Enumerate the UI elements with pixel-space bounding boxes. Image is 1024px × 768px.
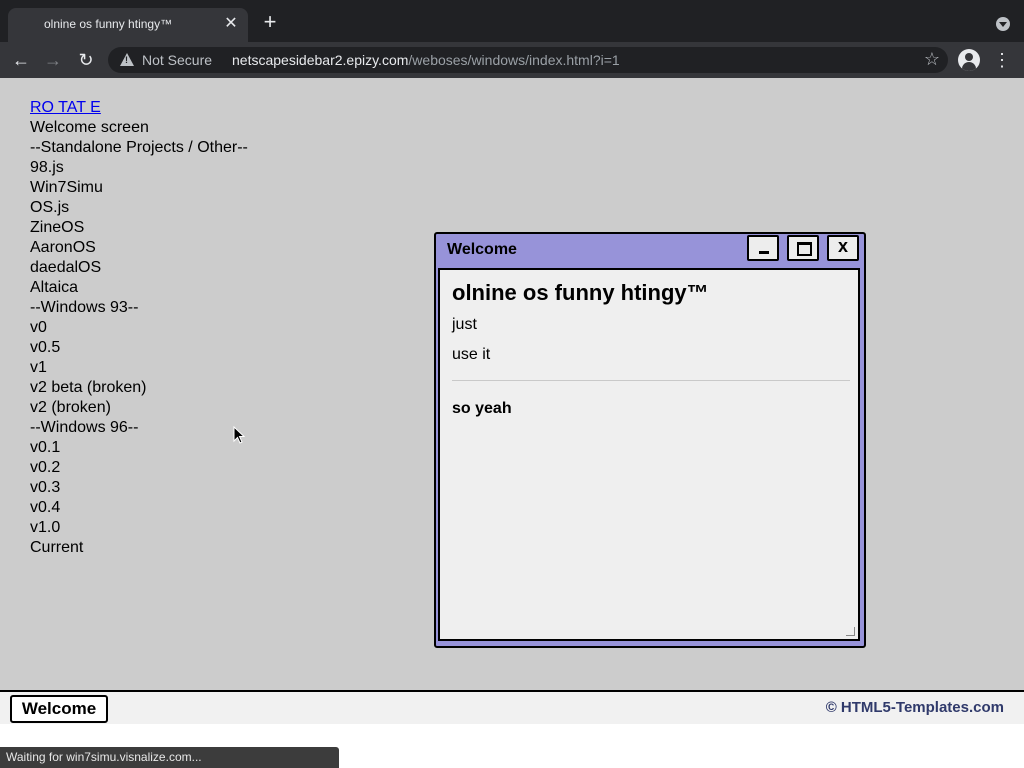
window-bold-text: so yeah bbox=[452, 400, 512, 417]
credit-link[interactable]: © HTML5-Templates.com bbox=[826, 699, 1004, 716]
reload-button[interactable]: ↻ bbox=[75, 49, 97, 71]
page-content: RO TAT E Welcome screen --Standalone Pro… bbox=[0, 78, 1024, 690]
window-titlebar[interactable]: Welcome bbox=[436, 234, 864, 266]
window-content: olnine os funny htingy™ just use it so y… bbox=[438, 268, 860, 641]
browser-tab[interactable]: olnine os funny htingy™ ✕ bbox=[8, 8, 248, 42]
list-item[interactable]: 98.js bbox=[30, 158, 248, 178]
divider bbox=[452, 380, 850, 381]
welcome-window[interactable]: Welcome olnine os funny htingy™ just use… bbox=[434, 232, 866, 648]
list-item[interactable]: Current bbox=[30, 538, 248, 558]
resize-handle-icon[interactable] bbox=[846, 627, 855, 636]
list-item[interactable]: AaronOS bbox=[30, 238, 248, 258]
security-label[interactable]: Not Secure bbox=[142, 52, 212, 68]
list-item[interactable]: Altaica bbox=[30, 278, 248, 298]
list-item[interactable]: v1 bbox=[30, 358, 248, 378]
rotate-link[interactable]: RO TAT E bbox=[30, 98, 248, 118]
list-item[interactable]: OS.js bbox=[30, 198, 248, 218]
list-item[interactable]: v0.5 bbox=[30, 338, 248, 358]
tab-search-icon[interactable] bbox=[996, 17, 1010, 31]
taskbar-welcome-button[interactable]: Welcome bbox=[10, 695, 108, 723]
taskbar: Welcome © HTML5-Templates.com bbox=[0, 690, 1024, 724]
url-path: /weboses/windows/index.html?i=1 bbox=[408, 52, 620, 68]
window-text-line: just bbox=[452, 316, 477, 333]
url-text[interactable]: netscapesidebar2.epizy.com/weboses/windo… bbox=[232, 52, 620, 68]
warning-icon[interactable] bbox=[120, 53, 134, 66]
list-item[interactable]: v0.2 bbox=[30, 458, 248, 478]
window-heading: olnine os funny htingy™ bbox=[452, 280, 709, 305]
address-bar[interactable]: Not Secure netscapesidebar2.epizy.com/we… bbox=[108, 47, 948, 73]
forward-button[interactable]: → bbox=[42, 49, 64, 71]
mouse-cursor-icon bbox=[233, 426, 246, 444]
maximize-button[interactable] bbox=[787, 235, 819, 261]
tab-title: olnine os funny htingy™ bbox=[44, 17, 173, 31]
list-item[interactable]: v0 bbox=[30, 318, 248, 338]
bookmark-star-icon[interactable]: ☆ bbox=[924, 49, 940, 70]
list-item[interactable]: daedalOS bbox=[30, 258, 248, 278]
tab-strip: olnine os funny htingy™ ✕ + bbox=[0, 0, 1024, 42]
list-item: --Standalone Projects / Other-- bbox=[30, 139, 248, 156]
list-item: --Windows 93-- bbox=[30, 299, 139, 316]
browser-menu-icon[interactable]: ⋮ bbox=[992, 49, 1012, 71]
list-item[interactable]: Welcome screen bbox=[30, 118, 248, 138]
list-item[interactable]: v2 beta (broken) bbox=[30, 378, 248, 398]
minimize-button[interactable] bbox=[747, 235, 779, 261]
window-title: Welcome bbox=[447, 241, 517, 258]
list-item[interactable]: v0.1 bbox=[30, 438, 248, 458]
list-item[interactable]: v1.0 bbox=[30, 518, 248, 538]
list-item: --Windows 96-- bbox=[30, 419, 139, 436]
os-link-list: RO TAT E Welcome screen --Standalone Pro… bbox=[30, 98, 248, 558]
profile-avatar-icon[interactable] bbox=[958, 49, 980, 71]
browser-toolbar: ← → ↻ Not Secure netscapesidebar2.epizy.… bbox=[0, 42, 1024, 78]
url-host: netscapesidebar2.epizy.com bbox=[232, 52, 409, 68]
list-item[interactable]: Win7Simu bbox=[30, 178, 248, 198]
list-item[interactable]: v2 (broken) bbox=[30, 398, 248, 418]
back-button[interactable]: ← bbox=[10, 49, 32, 71]
tab-close-icon[interactable]: ✕ bbox=[222, 15, 240, 33]
window-text-line: use it bbox=[452, 346, 491, 363]
list-item[interactable]: ZineOS bbox=[30, 218, 248, 238]
close-button[interactable] bbox=[827, 235, 859, 261]
list-item[interactable]: v0.3 bbox=[30, 478, 248, 498]
new-tab-button[interactable]: + bbox=[260, 11, 280, 33]
list-item[interactable]: v0.4 bbox=[30, 498, 248, 518]
status-bubble: Waiting for win7simu.visnalize.com... bbox=[0, 747, 339, 768]
